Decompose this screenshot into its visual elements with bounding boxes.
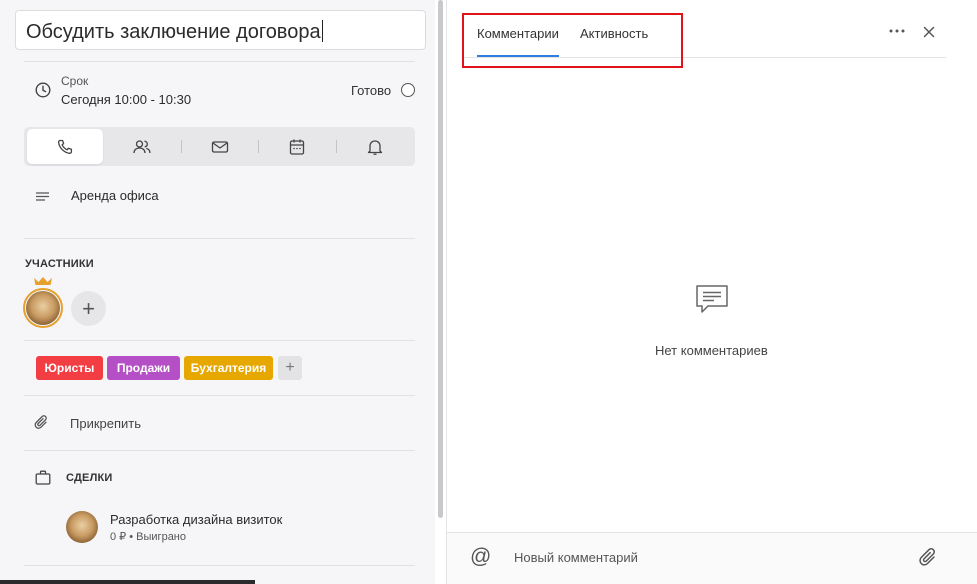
deal-amount: 0 ₽: [110, 531, 127, 543]
add-participant-button[interactable]: +: [71, 291, 106, 326]
tag-lawyers[interactable]: Юристы: [36, 356, 103, 380]
empty-comments-text: Нет комментариев: [655, 343, 768, 358]
task-details-panel: Обсудить заключение договора Срок Сегодн…: [0, 0, 435, 584]
task-title-text: Обсудить заключение договора: [26, 21, 321, 43]
calendar-icon: [289, 139, 305, 155]
attach-link[interactable]: Прикрепить: [70, 416, 141, 431]
participants-title: УЧАСТНИКИ: [25, 258, 94, 270]
divider: [24, 565, 415, 566]
crown-icon: [34, 277, 52, 285]
tag-accounting[interactable]: Бухгалтерия: [184, 356, 273, 380]
briefcase-icon: [35, 470, 51, 485]
bell-icon: [367, 139, 383, 155]
mention-icon[interactable]: @: [470, 545, 491, 569]
type-event-button[interactable]: [258, 127, 336, 166]
deal-separator: •: [129, 531, 134, 543]
people-icon: [133, 139, 151, 153]
task-title-input[interactable]: Обсудить заключение договора: [15, 10, 426, 50]
panel-divider: [446, 0, 447, 584]
divider: [24, 238, 415, 239]
done-radio[interactable]: [401, 83, 415, 97]
deal-avatar: [66, 511, 98, 543]
phone-icon: [57, 139, 73, 154]
text-caret: [321, 20, 323, 42]
divider: [24, 395, 415, 396]
tag-sales[interactable]: Продажи: [107, 356, 180, 380]
type-call-button[interactable]: [27, 129, 103, 164]
more-icon[interactable]: [888, 28, 906, 34]
type-reminder-button[interactable]: [336, 127, 414, 166]
deal-status: Выиграно: [136, 531, 186, 543]
bottom-strip: [0, 580, 255, 584]
highlight-box: [462, 13, 683, 68]
scroll-thumb[interactable]: [438, 0, 443, 518]
clock-icon: [35, 82, 51, 98]
participant-avatar[interactable]: [26, 291, 60, 325]
close-icon[interactable]: [922, 25, 936, 39]
comment-icon: [696, 285, 728, 313]
deals-title: СДЕЛКИ: [66, 472, 113, 484]
left-scrollbar[interactable]: [437, 0, 444, 520]
paperclip-icon: [34, 415, 47, 429]
attach-file-icon[interactable]: [919, 547, 939, 569]
type-meeting-button[interactable]: [103, 127, 181, 166]
task-description[interactable]: Аренда офиса: [71, 188, 159, 203]
divider: [24, 450, 415, 451]
mail-icon: [211, 140, 229, 153]
description-icon: [36, 192, 49, 201]
due-label: Срок: [61, 74, 89, 88]
divider: [24, 340, 415, 341]
deal-title[interactable]: Разработка дизайна визиток: [110, 512, 282, 527]
done-label: Готово: [351, 83, 392, 98]
add-tag-button[interactable]: +: [278, 356, 302, 380]
type-email-button[interactable]: [181, 127, 259, 166]
comment-input[interactable]: Новый комментарий: [514, 550, 638, 565]
due-value[interactable]: Сегодня 10:00 - 10:30: [61, 92, 191, 107]
deal-meta: 0 ₽ • Выиграно: [110, 530, 186, 543]
divider: [24, 61, 415, 62]
task-type-selector: [24, 127, 415, 166]
